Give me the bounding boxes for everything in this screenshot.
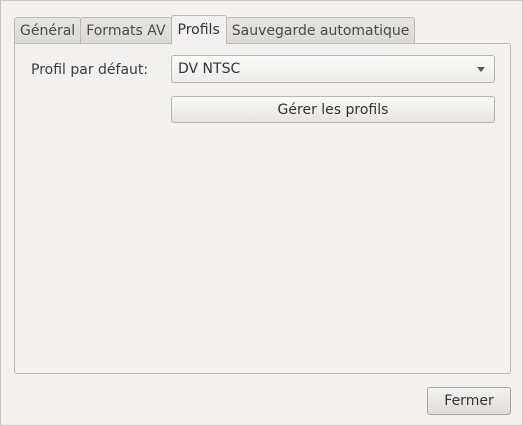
tab-sauvegarde-automatique[interactable]: Sauvegarde automatique (225, 17, 416, 43)
default-profile-select[interactable]: DV NTSC (171, 55, 495, 83)
manage-profiles-button[interactable]: Gérer les profils (171, 96, 495, 123)
default-profile-value: DV NTSC (178, 61, 241, 77)
tab-profils[interactable]: Profils (170, 15, 227, 44)
chevron-down-icon (477, 66, 485, 72)
tab-bar: Général Formats AV Profils Sauvegarde au… (14, 15, 416, 44)
profiles-panel: Profil par défaut: DV NTSC Gérer les pro… (14, 43, 511, 374)
tab-general[interactable]: Général (14, 17, 82, 43)
close-button[interactable]: Fermer (427, 387, 511, 415)
default-profile-label: Profil par défaut: (31, 62, 149, 78)
tab-formats-av[interactable]: Formats AV (80, 17, 172, 43)
preferences-dialog: Général Formats AV Profils Sauvegarde au… (0, 0, 523, 426)
